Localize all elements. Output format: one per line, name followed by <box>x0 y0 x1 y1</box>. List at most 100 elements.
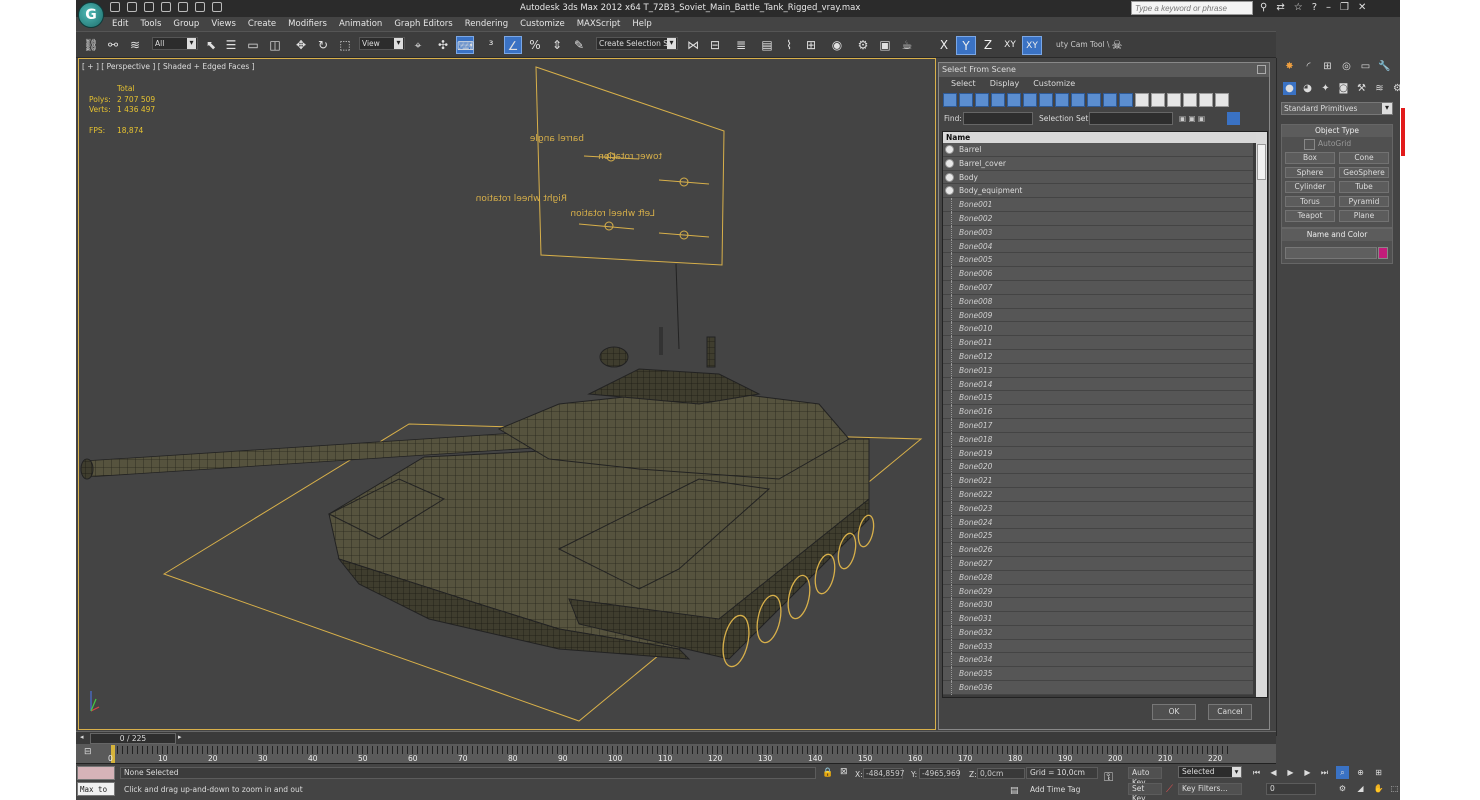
lock-selection-icon[interactable]: 🔒 <box>822 768 833 778</box>
list-item[interactable]: Body_equipment <box>943 184 1253 199</box>
find-input[interactable] <box>963 112 1033 125</box>
display-geometry-icon[interactable] <box>943 93 957 107</box>
percent-snap-icon[interactable]: % <box>526 36 544 54</box>
redo-icon[interactable] <box>178 2 188 12</box>
cylinder-button[interactable]: Cylinder <box>1285 181 1335 193</box>
bind-space-warp-icon[interactable]: ≋ <box>126 36 144 54</box>
name-column-header[interactable]: Name <box>943 132 1267 143</box>
display-all-icon[interactable] <box>1135 93 1149 107</box>
systems-category-icon[interactable]: ⚙ <box>1391 82 1400 95</box>
axis-x-button[interactable]: X <box>934 36 954 55</box>
selection-set-input[interactable] <box>1089 112 1173 125</box>
set-key-button[interactable]: Set Key <box>1128 783 1162 800</box>
y-coordinate-field[interactable]: -4965,969 <box>919 768 961 779</box>
list-item[interactable]: Barrel_cover <box>943 156 1253 171</box>
list-item[interactable]: Bone023 <box>943 501 1253 516</box>
cameras-category-icon[interactable]: ◙ <box>1337 82 1350 95</box>
close-icon[interactable]: ✕ <box>1358 2 1366 13</box>
axis-z-button[interactable]: Z <box>978 36 998 55</box>
menu-views[interactable]: Views <box>205 17 242 31</box>
menu-animation[interactable]: Animation <box>333 17 388 31</box>
menu-help[interactable]: Help <box>626 17 657 31</box>
display-tab-icon[interactable]: ▭ <box>1359 60 1372 73</box>
helpers-category-icon[interactable]: ⚒ <box>1355 82 1368 95</box>
binoculars-icon[interactable]: ⚲ <box>1260 2 1267 13</box>
tube-button[interactable]: Tube <box>1339 181 1389 193</box>
maxscript-listener-pink[interactable] <box>77 766 115 780</box>
axis-xy-cycle-button[interactable]: XY <box>1022 36 1042 55</box>
zoom-extents-icon[interactable]: ⌕ <box>1336 766 1349 779</box>
list-scrollbar[interactable] <box>1256 132 1267 697</box>
zoom-all-icon[interactable]: ⊞ <box>1372 766 1385 779</box>
app-logo-icon[interactable]: G <box>78 2 104 28</box>
list-item[interactable]: Bone010 <box>943 322 1253 337</box>
filter-icon[interactable] <box>1199 93 1213 107</box>
display-hidden-icon[interactable] <box>1119 93 1133 107</box>
snaps-toggle-icon[interactable]: ³ <box>482 36 500 54</box>
rotate-icon[interactable]: ↻ <box>314 36 332 54</box>
spacewarps-category-icon[interactable]: ≋ <box>1373 82 1386 95</box>
list-item[interactable]: Bone001 <box>943 198 1253 212</box>
list-item[interactable]: Body <box>943 170 1253 185</box>
menu-modifiers[interactable]: Modifiers <box>282 17 333 31</box>
motion-tab-icon[interactable]: ◎ <box>1340 60 1353 73</box>
key-filters-button[interactable]: Key Filters... <box>1178 783 1242 795</box>
z-coordinate-field[interactable]: 0,0cm <box>977 768 1025 779</box>
minimize-icon[interactable]: – <box>1326 2 1331 13</box>
name-and-color-title[interactable]: Name and Color <box>1282 229 1392 241</box>
layer-manager-icon[interactable]: ≣ <box>732 36 750 54</box>
angle-snap-icon[interactable]: ∠ <box>504 36 522 54</box>
cancel-button[interactable]: Cancel <box>1208 704 1252 720</box>
spinner-snap-icon[interactable]: ⇕ <box>548 36 566 54</box>
list-item[interactable]: Barrel <box>943 143 1253 157</box>
list-item[interactable]: Bone011 <box>943 336 1253 350</box>
list-item[interactable]: Bone025 <box>943 529 1253 544</box>
pan-icon[interactable]: ✋ <box>1372 782 1385 795</box>
teapot-button[interactable]: Teapot <box>1285 210 1335 222</box>
menu-edit[interactable]: Edit <box>106 17 134 31</box>
display-bones-icon[interactable] <box>1071 93 1085 107</box>
shapes-category-icon[interactable]: ◕ <box>1301 82 1314 95</box>
named-selection-dropdown[interactable]: Create Selection Se <box>596 37 678 50</box>
open-file-icon[interactable] <box>127 2 137 12</box>
list-item[interactable]: Bone030 <box>943 598 1253 613</box>
scrollbar-thumb[interactable] <box>1257 144 1266 180</box>
list-item[interactable]: Bone016 <box>943 405 1253 419</box>
maxscript-mini-listener[interactable]: Max to <box>77 782 115 796</box>
fov-icon[interactable]: ◢ <box>1354 782 1367 795</box>
pyramid-button[interactable]: Pyramid <box>1339 195 1389 207</box>
axis-xy-button[interactable]: XY <box>1000 36 1020 55</box>
material-editor-icon[interactable]: ◉ <box>828 36 846 54</box>
render-setup-icon[interactable]: ⚙ <box>854 36 872 54</box>
object-name-field[interactable] <box>1285 247 1377 259</box>
key-mode-dropdown[interactable]: Selected <box>1178 766 1242 778</box>
menu-group[interactable]: Group <box>167 17 205 31</box>
list-item[interactable]: Bone032 <box>943 625 1253 640</box>
list-item[interactable]: Bone031 <box>943 612 1253 626</box>
perspective-viewport[interactable]: [ + ] [ Perspective ] [ Shaded + Edged F… <box>78 58 936 730</box>
list-item[interactable]: Bone022 <box>943 487 1253 502</box>
mirror-icon[interactable]: ⋈ <box>684 36 702 54</box>
sync-selection-icon[interactable] <box>1227 112 1240 125</box>
restore-icon[interactable]: ❐ <box>1340 2 1349 13</box>
unlink-icon[interactable]: ⚯ <box>104 36 122 54</box>
list-item[interactable]: Bone033 <box>943 639 1253 654</box>
list-item[interactable]: Bone035 <box>943 667 1253 682</box>
list-item[interactable]: Bone002 <box>943 211 1253 226</box>
plane-button[interactable]: Plane <box>1339 210 1389 222</box>
reference-coordinate-dropdown[interactable]: View <box>359 37 405 50</box>
time-config-icon[interactable]: ⚙ <box>1336 782 1349 795</box>
list-item[interactable]: Bone027 <box>943 556 1253 571</box>
list-item[interactable]: Bone026 <box>943 543 1253 557</box>
menu-maxscript[interactable]: MAXScript <box>571 17 627 31</box>
help-search-input[interactable] <box>1131 1 1253 15</box>
go-to-end-icon[interactable]: ⏭ <box>1318 766 1331 779</box>
list-item[interactable]: Bone018 <box>943 432 1253 447</box>
box-button[interactable]: Box <box>1285 152 1335 164</box>
list-item[interactable]: Bone029 <box>943 584 1253 599</box>
lights-category-icon[interactable]: ✦ <box>1319 82 1332 95</box>
time-slider[interactable]: 0 / 225 <box>90 733 176 744</box>
object-type-title[interactable]: Object Type <box>1282 125 1392 137</box>
torus-button[interactable]: Torus <box>1285 195 1335 207</box>
select-by-name-icon[interactable]: ☰ <box>222 36 240 54</box>
